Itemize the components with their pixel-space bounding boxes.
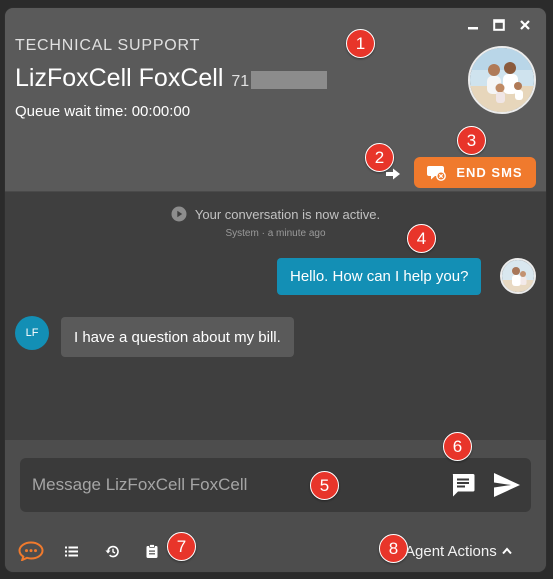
queue-wait-time: Queue wait time: 00:00:00 xyxy=(15,103,191,120)
agent-message: Hello. How can I help you? xyxy=(277,258,482,295)
close-icon[interactable] xyxy=(514,14,536,36)
contact-row: LizFoxCell FoxCell 71 xyxy=(15,64,328,93)
end-sms-label: END SMS xyxy=(456,165,523,180)
annotation-marker-8: 8 xyxy=(379,534,408,563)
chat-icon[interactable] xyxy=(18,541,44,561)
contact-name: LizFoxCell FoxCell xyxy=(15,64,224,92)
agent-actions-label: Agent Actions xyxy=(405,542,497,560)
compose-area: Agent Actions xyxy=(5,440,546,572)
annotation-marker-2: 2 xyxy=(365,143,394,172)
chat-window: TECHNICAL SUPPORT LizFoxCell FoxCell 71 … xyxy=(5,8,546,572)
agent-avatar xyxy=(500,258,536,294)
history-icon[interactable] xyxy=(104,541,119,561)
queue-name: TECHNICAL SUPPORT xyxy=(15,37,201,54)
agent-actions-menu[interactable]: Agent Actions xyxy=(405,541,512,561)
sms-end-icon xyxy=(427,166,447,181)
clipboard-icon[interactable] xyxy=(145,541,159,561)
contact-header: TECHNICAL SUPPORT LizFoxCell FoxCell 71 … xyxy=(5,8,546,192)
annotation-marker-4: 4 xyxy=(407,224,436,253)
message-input[interactable] xyxy=(32,472,422,498)
annotation-marker-5: 5 xyxy=(310,471,339,500)
maximize-icon[interactable] xyxy=(488,14,510,36)
message-box xyxy=(20,458,531,512)
conversation-pane[interactable]: Your conversation is now active. System … xyxy=(5,193,546,440)
contact-phone: 71 xyxy=(231,71,328,91)
list-icon[interactable] xyxy=(64,541,78,561)
quick-reply-icon[interactable] xyxy=(450,472,476,498)
customer-initials-avatar: LF xyxy=(15,316,49,350)
contact-avatar xyxy=(468,46,536,114)
annotation-marker-6: 6 xyxy=(443,432,472,461)
annotation-marker-7: 7 xyxy=(167,532,196,561)
play-circle-icon xyxy=(171,206,187,222)
send-icon[interactable] xyxy=(493,472,521,498)
system-message: Your conversation is now active. xyxy=(5,206,546,222)
window-controls xyxy=(462,14,536,36)
chevron-up-icon xyxy=(501,547,512,555)
annotation-marker-1: 1 xyxy=(346,29,375,58)
minimize-icon[interactable] xyxy=(462,14,484,36)
contact-phone-visible: 71 xyxy=(231,73,250,90)
system-message-text: Your conversation is now active. xyxy=(194,206,381,222)
system-message-meta: System · a minute ago xyxy=(225,228,326,239)
phone-redaction xyxy=(251,71,328,89)
customer-message: I have a question about my bill. xyxy=(61,317,294,357)
annotation-marker-3: 3 xyxy=(457,126,486,155)
end-sms-button[interactable]: END SMS xyxy=(414,157,536,188)
